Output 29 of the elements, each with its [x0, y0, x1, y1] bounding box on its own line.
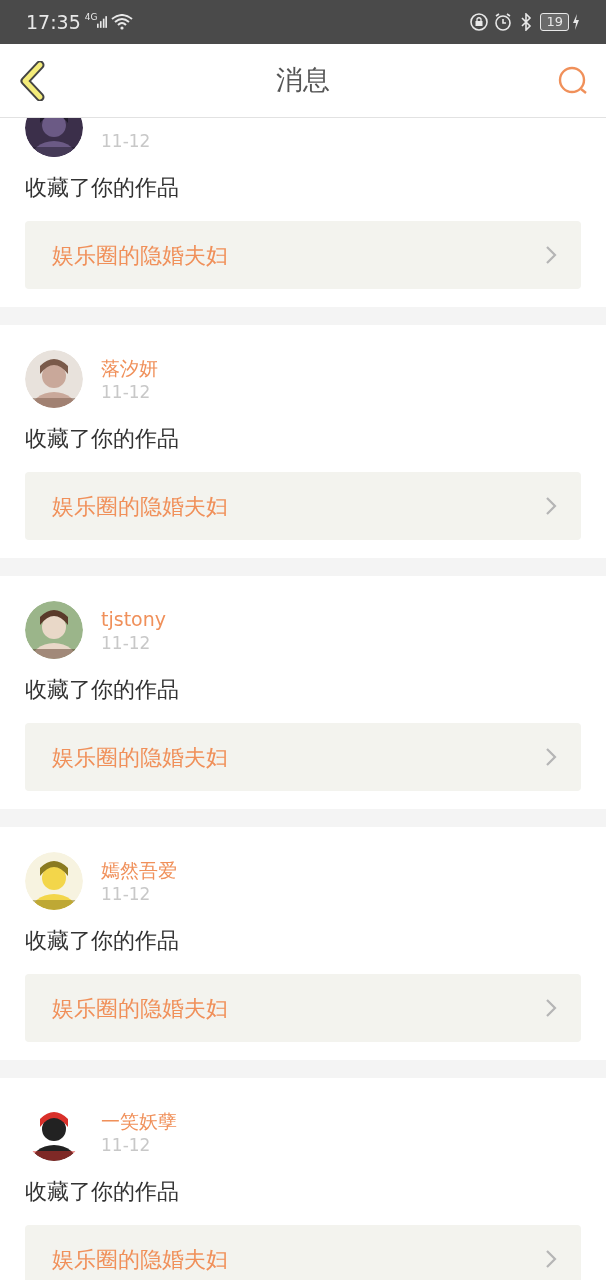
- chevron-right-icon: [545, 245, 557, 265]
- user-name[interactable]: 嫣然吾爱: [101, 857, 177, 883]
- message-text: 收藏了你的作品: [25, 1178, 180, 1206]
- user-name[interactable]: 落汐妍: [101, 355, 158, 381]
- chevron-right-icon: [545, 998, 557, 1018]
- user-name[interactable]: 一笑妖孽: [101, 1108, 177, 1134]
- work-link[interactable]: 娱乐圈的隐婚夫妇: [25, 221, 581, 289]
- chevron-right-icon: [545, 496, 557, 516]
- battery-level: 19: [540, 13, 569, 31]
- network-type: 4G: [84, 11, 98, 25]
- message-text: 收藏了你的作品: [25, 927, 180, 955]
- work-link[interactable]: 娱乐圈的隐婚夫妇: [25, 472, 581, 540]
- charging-icon: [572, 14, 580, 30]
- message-text: 收藏了你的作品: [25, 425, 180, 453]
- work-link[interactable]: 娱乐圈的隐婚夫妇: [25, 723, 581, 791]
- message-text: 收藏了你的作品: [25, 676, 180, 704]
- lock-icon: [470, 13, 489, 31]
- clock: 17:35: [26, 9, 81, 35]
- bluetooth-icon: [520, 13, 533, 31]
- message-text: 收藏了你的作品: [25, 174, 180, 202]
- work-link[interactable]: 娱乐圈的隐婚夫妇: [25, 1225, 581, 1280]
- alarm-icon: [494, 13, 513, 31]
- work-link[interactable]: 娱乐圈的隐婚夫妇: [25, 974, 581, 1042]
- user-name[interactable]: tjstony: [101, 606, 166, 632]
- page-title: 消息: [276, 63, 330, 98]
- signal-icon: [97, 15, 108, 29]
- wifi-icon: [111, 14, 134, 30]
- chevron-right-icon: [545, 747, 557, 767]
- chevron-right-icon: [545, 1249, 557, 1269]
